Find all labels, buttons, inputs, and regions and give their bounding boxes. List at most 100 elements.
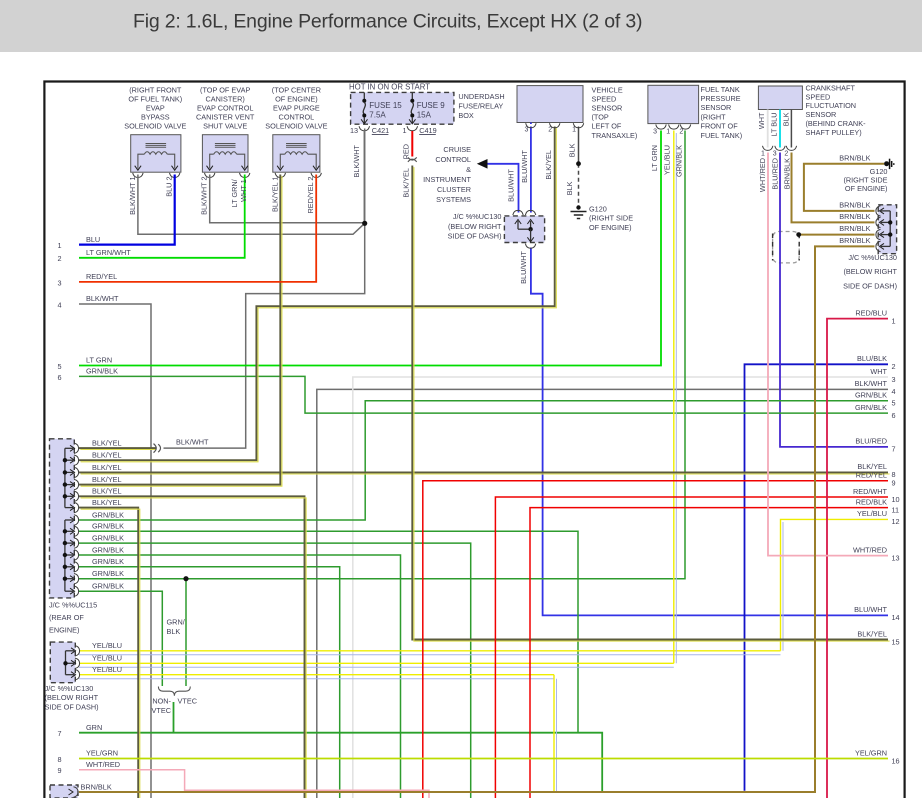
svg-text:GRN/BLK: GRN/BLK bbox=[92, 534, 124, 543]
svg-text:SHUT VALVE: SHUT VALVE bbox=[203, 122, 247, 131]
svg-text:BLK/YEL: BLK/YEL bbox=[92, 498, 122, 507]
svg-text:BLU/WHT: BLU/WHT bbox=[519, 250, 528, 283]
svg-text:C419: C419 bbox=[419, 126, 436, 135]
svg-text:FUEL TANK: FUEL TANK bbox=[701, 85, 740, 94]
svg-text:INSTRUMENT: INSTRUMENT bbox=[423, 175, 471, 184]
svg-text:BLK/YEL: BLK/YEL bbox=[92, 475, 122, 484]
svg-text:HOT IN ON OR START: HOT IN ON OR START bbox=[349, 82, 430, 91]
svg-text:13: 13 bbox=[892, 553, 900, 562]
svg-text:FUSE 15: FUSE 15 bbox=[369, 101, 402, 110]
svg-text:2: 2 bbox=[57, 254, 61, 263]
svg-text:16: 16 bbox=[892, 756, 900, 765]
svg-text:CRANKSHAFT: CRANKSHAFT bbox=[806, 83, 856, 92]
svg-text:(REAR OF: (REAR OF bbox=[49, 613, 84, 622]
svg-text:15: 15 bbox=[892, 637, 900, 646]
svg-text:BRN/BLK: BRN/BLK bbox=[839, 212, 870, 221]
svg-text:LEFT OF: LEFT OF bbox=[592, 122, 622, 131]
svg-text:(RIGHT SIDE: (RIGHT SIDE bbox=[589, 214, 633, 223]
svg-text:11: 11 bbox=[892, 505, 900, 514]
svg-text:SENSOR: SENSOR bbox=[806, 110, 837, 119]
svg-text:WHT/RED: WHT/RED bbox=[86, 760, 120, 769]
svg-text:GRN/BLK: GRN/BLK bbox=[92, 582, 124, 591]
svg-text:BLK/WHT 1: BLK/WHT 1 bbox=[128, 177, 137, 215]
svg-text:5: 5 bbox=[892, 399, 896, 408]
svg-text:3: 3 bbox=[653, 128, 657, 135]
svg-text:7.5A: 7.5A bbox=[369, 110, 386, 119]
svg-text:SIDE OF DASH): SIDE OF DASH) bbox=[843, 282, 897, 291]
svg-text:BLU 2: BLU 2 bbox=[165, 177, 174, 197]
svg-text:NON-: NON- bbox=[152, 697, 171, 706]
svg-text:GRN/BLK: GRN/BLK bbox=[92, 569, 124, 578]
svg-text:YEL/BLU: YEL/BLU bbox=[663, 145, 672, 175]
svg-text:VTEC: VTEC bbox=[152, 706, 171, 715]
svg-text:SOLENOID VALVE: SOLENOID VALVE bbox=[124, 122, 186, 131]
svg-text:2: 2 bbox=[784, 151, 788, 158]
svg-text:RED: RED bbox=[402, 144, 411, 159]
svg-text:(RIGHT: (RIGHT bbox=[701, 112, 727, 121]
svg-text:OF ENGINE): OF ENGINE) bbox=[589, 223, 632, 232]
svg-text:7: 7 bbox=[892, 445, 896, 454]
svg-text:EVAP CONTROL: EVAP CONTROL bbox=[197, 104, 254, 113]
svg-text:2: 2 bbox=[679, 128, 683, 135]
svg-text:OF FUEL TANK): OF FUEL TANK) bbox=[128, 94, 182, 103]
svg-text:EVAP PURGE: EVAP PURGE bbox=[273, 104, 320, 113]
svg-text:WHT: WHT bbox=[870, 367, 887, 376]
svg-text:LT GRN/: LT GRN/ bbox=[230, 178, 239, 207]
svg-text:BRN/BLK: BRN/BLK bbox=[839, 236, 870, 245]
svg-text:BLK/WHT: BLK/WHT bbox=[352, 144, 361, 177]
svg-text:CLUSTER: CLUSTER bbox=[437, 185, 471, 194]
svg-text:ENGINE): ENGINE) bbox=[49, 625, 79, 634]
svg-text:BLK/YEL: BLK/YEL bbox=[402, 168, 411, 198]
svg-text:SPEED: SPEED bbox=[806, 92, 831, 101]
svg-text:CANISTER VENT: CANISTER VENT bbox=[196, 113, 255, 122]
svg-text:GRN/BLK: GRN/BLK bbox=[675, 145, 684, 177]
svg-text:1: 1 bbox=[403, 126, 407, 135]
svg-text:BLK/WHT 2: BLK/WHT 2 bbox=[200, 177, 209, 215]
svg-text:BOX: BOX bbox=[458, 111, 474, 120]
svg-text:G120: G120 bbox=[589, 205, 607, 214]
svg-text:BRN/BLK: BRN/BLK bbox=[839, 201, 870, 210]
svg-text:YEL/BLU: YEL/BLU bbox=[92, 665, 122, 674]
svg-text:(TOP: (TOP bbox=[592, 113, 609, 122]
svg-text:GRN/BLK: GRN/BLK bbox=[92, 545, 124, 554]
svg-text:BLK/YEL: BLK/YEL bbox=[544, 150, 553, 180]
svg-text:(RIGHT FRONT: (RIGHT FRONT bbox=[129, 85, 182, 94]
svg-text:BLU: BLU bbox=[86, 235, 100, 244]
svg-text:BLK: BLK bbox=[565, 181, 574, 195]
svg-text:BLU/WHT: BLU/WHT bbox=[520, 149, 529, 182]
svg-text:YEL/GRN: YEL/GRN bbox=[86, 749, 118, 758]
svg-text:RED/YEL: RED/YEL bbox=[856, 471, 887, 480]
svg-text:BLK/WHT: BLK/WHT bbox=[86, 294, 119, 303]
svg-text:VTEC: VTEC bbox=[178, 697, 197, 706]
svg-text:9: 9 bbox=[892, 479, 896, 488]
svg-text:WHT/RED: WHT/RED bbox=[758, 158, 767, 192]
svg-text:FRONT OF: FRONT OF bbox=[701, 122, 739, 131]
svg-text:SENSOR: SENSOR bbox=[592, 104, 623, 113]
svg-text:BLU/RED: BLU/RED bbox=[855, 437, 887, 446]
svg-text:BLK: BLK bbox=[782, 112, 791, 126]
svg-text:Fig 2: 1.6L, Engine Performanc: Fig 2: 1.6L, Engine Performance Circuits… bbox=[133, 11, 642, 33]
svg-text:YEL/BLU: YEL/BLU bbox=[92, 654, 122, 663]
svg-text:13: 13 bbox=[350, 126, 358, 135]
svg-text:GRN/: GRN/ bbox=[167, 618, 186, 627]
svg-text:12: 12 bbox=[892, 517, 900, 526]
svg-text:6: 6 bbox=[57, 373, 61, 382]
svg-text:FUEL TANK): FUEL TANK) bbox=[701, 131, 743, 140]
svg-text:6: 6 bbox=[892, 411, 896, 420]
svg-text:(TOP OF EVAP: (TOP OF EVAP bbox=[200, 85, 250, 94]
svg-text:BLK/YEL: BLK/YEL bbox=[92, 439, 122, 448]
svg-text:3: 3 bbox=[57, 278, 61, 287]
svg-text:PRESSURE: PRESSURE bbox=[701, 94, 741, 103]
svg-text:EVAP: EVAP bbox=[146, 104, 165, 113]
svg-text:BLK/YEL: BLK/YEL bbox=[857, 629, 887, 638]
svg-text:BLK/WHT: BLK/WHT bbox=[855, 379, 888, 388]
svg-text:BLK/WHT: BLK/WHT bbox=[176, 438, 209, 447]
svg-text:LT BLU: LT BLU bbox=[769, 113, 778, 137]
svg-text:BLU/WHT: BLU/WHT bbox=[854, 605, 887, 614]
svg-text:5: 5 bbox=[57, 362, 61, 371]
svg-text:J/C %%UC115: J/C %%UC115 bbox=[49, 600, 97, 609]
svg-text:GRN/BLK: GRN/BLK bbox=[855, 403, 887, 412]
svg-text:GRN/BLK: GRN/BLK bbox=[92, 510, 124, 519]
svg-text:(BELOW RIGHT: (BELOW RIGHT bbox=[843, 267, 897, 276]
svg-text:3: 3 bbox=[773, 151, 777, 158]
